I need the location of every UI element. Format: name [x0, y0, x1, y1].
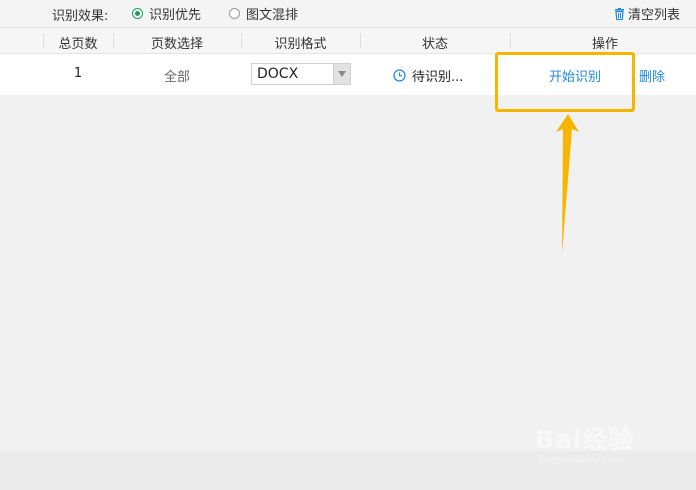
page-selection-cell: 全部 — [163, 70, 190, 85]
column-header-actions: 操作 — [591, 37, 618, 52]
clock-icon — [393, 69, 406, 82]
column-header-page-selection: 页数选择 — [150, 37, 203, 52]
radio-recognition-priority-label: 识别优先 — [149, 8, 202, 23]
trash-icon — [614, 7, 624, 20]
watermark-logo: Bai经验 — [535, 425, 635, 454]
radio-mixed-layout[interactable]: 图文混排 — [229, 4, 298, 23]
total-pages-cell: 1 — [73, 66, 83, 81]
column-header-total-pages: 总页数 — [58, 37, 98, 52]
radio-mixed-layout-label: 图文混排 — [246, 8, 299, 23]
column-header-format: 识别格式 — [274, 37, 327, 52]
status-cell: 待识别... — [393, 66, 463, 85]
radio-selected-icon[interactable] — [132, 8, 143, 19]
watermark: Bai经验 jingyan.baidu.com — [535, 420, 685, 472]
format-select[interactable]: DOCX — [251, 63, 351, 85]
recognition-effect-label: 识别效果: — [52, 9, 109, 24]
table-header: 总页数 页数选择 识别格式 状态 操作 — [0, 28, 696, 54]
radio-recognition-priority[interactable]: 识别优先 — [132, 4, 201, 23]
delete-button[interactable]: 删除 — [632, 66, 672, 85]
options-toolbar: 识别效果: 识别优先 图文混排 清空列表 — [0, 0, 696, 28]
clear-list-label: 清空列表 — [627, 8, 680, 23]
annotation-arrow — [556, 114, 579, 254]
status-text: 待识别... — [412, 70, 464, 85]
column-header-status: 状态 — [421, 37, 448, 52]
format-select-value: DOCX — [257, 66, 299, 82]
annotation-highlight-box — [495, 52, 635, 112]
chevron-down-icon[interactable] — [333, 64, 350, 84]
radio-unselected-icon[interactable] — [229, 8, 240, 19]
watermark-url: jingyan.baidu.com — [539, 455, 623, 465]
clear-list-button[interactable]: 清空列表 — [614, 4, 680, 23]
